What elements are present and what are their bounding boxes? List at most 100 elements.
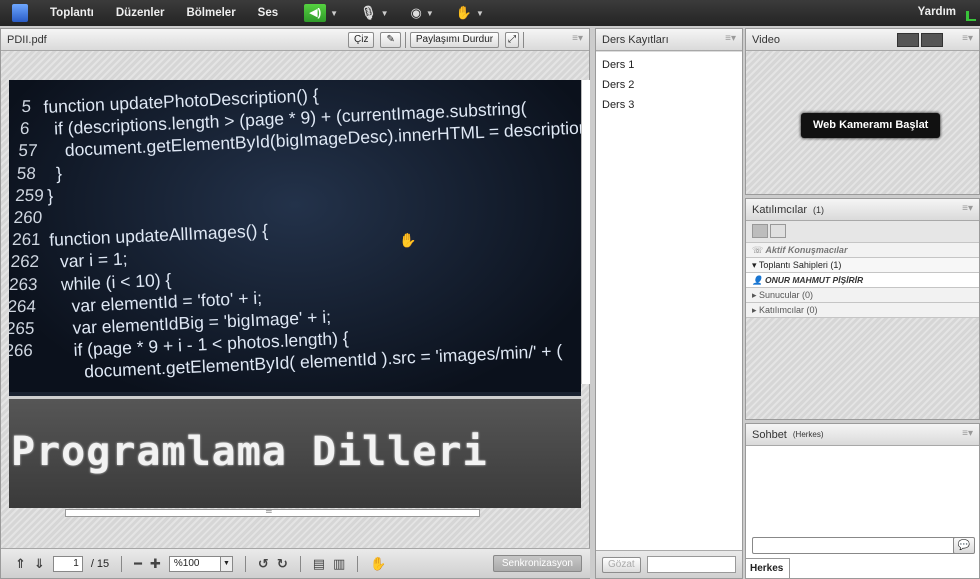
group-presenters[interactable]: ▸ Sunucular (0) — [746, 288, 979, 303]
pod-menu-icon[interactable]: ≡▾ — [962, 33, 973, 44]
draw-button[interactable]: Çiz — [348, 32, 375, 48]
zoom-select[interactable]: %100 ▼ — [168, 555, 233, 572]
horizontal-scrollbar[interactable]: ═ — [65, 507, 480, 517]
records-pod-title: Ders Kayıtları — [602, 33, 669, 46]
menu-audio[interactable]: Ses — [258, 7, 278, 19]
records-footer: Gözat — [596, 550, 742, 578]
pod-menu-icon[interactable]: ≡▾ — [725, 33, 736, 44]
status-view-icon[interactable] — [770, 224, 786, 238]
connection-status-icon — [966, 11, 976, 21]
divider — [523, 32, 525, 48]
code-line-number: 266 — [9, 341, 34, 361]
hand-cursor-icon: ✋ — [399, 232, 417, 248]
slide-title: Programlama Dilleri — [11, 429, 488, 475]
menu-layouts[interactable]: Düzenler — [116, 7, 165, 19]
chevron-down-icon: ▼ — [425, 8, 434, 18]
fit-width-icon[interactable]: ▤ — [313, 556, 325, 572]
divider — [121, 555, 123, 572]
pod-menu-icon[interactable]: ≡▾ — [962, 203, 973, 214]
attendee-count: (1) — [813, 204, 825, 215]
chat-tab-everyone[interactable]: Herkes — [746, 558, 790, 578]
video-pod-title: Video — [752, 33, 780, 46]
active-speakers-row: ☏ Aktif Konuşmacılar — [746, 243, 979, 258]
phone-icon: ☏ — [752, 245, 766, 255]
webcam-button[interactable]: ◉ ▼ — [407, 3, 438, 23]
rotate-left-icon[interactable]: ↺ — [258, 556, 269, 572]
fullscreen-icon: ⤢ — [508, 34, 517, 45]
sync-button[interactable]: Senkronizasyon — [492, 555, 582, 572]
attendees-pod-title: Katılımcılar — [752, 203, 808, 216]
list-item[interactable]: Ders 2 — [602, 75, 736, 95]
next-page-icon[interactable]: ⇓ — [34, 556, 45, 572]
speaker-button[interactable]: ◀) ▼ — [300, 2, 342, 24]
start-webcam-button[interactable]: Web Kameramı Başlat — [801, 113, 941, 138]
pod-menu-icon[interactable]: ≡▾ — [962, 428, 973, 439]
share-pod-title: PDII.pdf — [7, 33, 47, 46]
vertical-scrollbar[interactable] — [581, 80, 590, 384]
menu-meeting[interactable]: Toplantı — [50, 7, 94, 19]
browse-button[interactable]: Gözat — [602, 556, 641, 573]
triangle-down-icon: ▾ — [752, 260, 759, 270]
scroll-grip-icon: ═ — [266, 507, 272, 516]
zoom-value: %100 — [173, 557, 200, 569]
annotate-button[interactable]: ✎ — [380, 32, 401, 48]
pointer-hand-icon[interactable]: ✋ — [370, 556, 386, 572]
url-input[interactable] — [646, 556, 736, 573]
rotate-right-icon[interactable]: ↻ — [277, 556, 288, 572]
triangle-right-icon: ▸ — [752, 290, 760, 300]
slide-code-image: 5 6 57 58 259 260 261 262 263 264 265 266 function … — [9, 80, 581, 392]
group-label: Toplantı Sahipleri (1) — [758, 260, 842, 270]
stop-sharing-button[interactable]: Paylaşımı Durdur — [409, 32, 500, 48]
attendee-view-toolbar — [746, 221, 979, 243]
page-number-input[interactable]: 1 — [52, 555, 83, 572]
chat-pod-title: Sohbet — [752, 428, 787, 441]
chevron-down-icon: ▼ — [219, 556, 232, 571]
group-label: Sunucular (0) — [759, 290, 814, 300]
fit-page-icon[interactable]: ▥ — [333, 556, 345, 572]
group-hosts[interactable]: ▾ Toplantı Sahipleri (1) — [746, 258, 979, 273]
pod-menu-icon[interactable]: ≡▾ — [572, 33, 583, 44]
zoom-in-icon[interactable]: ✚ — [150, 556, 161, 572]
code-line-number: 262 — [10, 252, 40, 272]
pencil-icon: ✎ — [386, 34, 395, 45]
zoom-out-icon[interactable]: ━ — [134, 556, 142, 572]
group-participants[interactable]: ▸ Katılımcılar (0) — [746, 303, 979, 318]
shared-document-page: 5 6 57 58 259 260 261 262 263 264 265 266 function … — [9, 80, 581, 508]
records-pod-header: Ders Kayıtları ≡▾ — [596, 29, 742, 51]
list-item[interactable]: Ders 3 — [602, 95, 736, 115]
chevron-down-icon: ▼ — [380, 8, 389, 18]
microphone-button[interactable]: 🎙 ▼ — [356, 3, 392, 23]
attendees-pod-header: Katılımcılar (1) ≡▾ — [746, 199, 979, 221]
code-lines: function updatePhotoDescription() { if (… — [43, 80, 581, 384]
divider — [404, 32, 406, 48]
chat-input[interactable] — [752, 537, 956, 554]
chevron-down-icon: ▼ — [475, 8, 484, 18]
code-line-number: 264 — [9, 296, 37, 316]
menu-help[interactable]: Yardım — [918, 6, 956, 18]
list-view-icon[interactable] — [752, 224, 768, 238]
chevron-down-icon: ▼ — [330, 8, 339, 18]
divider — [244, 555, 246, 572]
grid-view-icon[interactable] — [897, 32, 919, 47]
first-page-icon[interactable]: ⇑ — [15, 556, 26, 572]
send-message-button[interactable]: 💬 — [953, 537, 975, 554]
code-line-number: 260 — [13, 208, 43, 228]
fullscreen-icon[interactable]: ⤢ — [930, 33, 939, 46]
list-item[interactable]: Ders 1 — [602, 55, 736, 75]
chat-pod: Sohbet (Herkes) ≡▾ 💬 Herkes — [745, 423, 980, 579]
code-line-number: 58 — [16, 163, 37, 183]
raise-hand-button[interactable]: ✋ ▼ — [452, 3, 488, 23]
video-pod: Video ⤢ ≡▾ Web Kameramı Başlat — [745, 28, 980, 195]
menu-pods[interactable]: Bölmeler — [186, 7, 235, 19]
code-line-number: 57 — [17, 141, 39, 161]
fullscreen-button[interactable]: ⤢ — [505, 32, 520, 48]
speech-bubble-icon: 💬 — [957, 540, 971, 551]
chat-scope: (Herkes) — [792, 430, 824, 439]
attendee-host-row[interactable]: 👤 ONUR MAHMUT PİŞİRİR — [746, 273, 979, 288]
top-menu-bar: Toplantı Düzenler Bölmeler Ses ◀) ▼ 🎙 ▼ ◉ ▼… — [0, 0, 980, 26]
raise-hand-icon: ✋ — [455, 5, 472, 20]
code-line-number: 263 — [9, 274, 39, 294]
attendees-pod: Katılımcılar (1) ≡▾ ☏ Aktif Konuşmacılar… — [745, 198, 980, 420]
chat-pod-header: Sohbet (Herkes) ≡▾ — [746, 424, 979, 446]
divider — [357, 555, 359, 572]
